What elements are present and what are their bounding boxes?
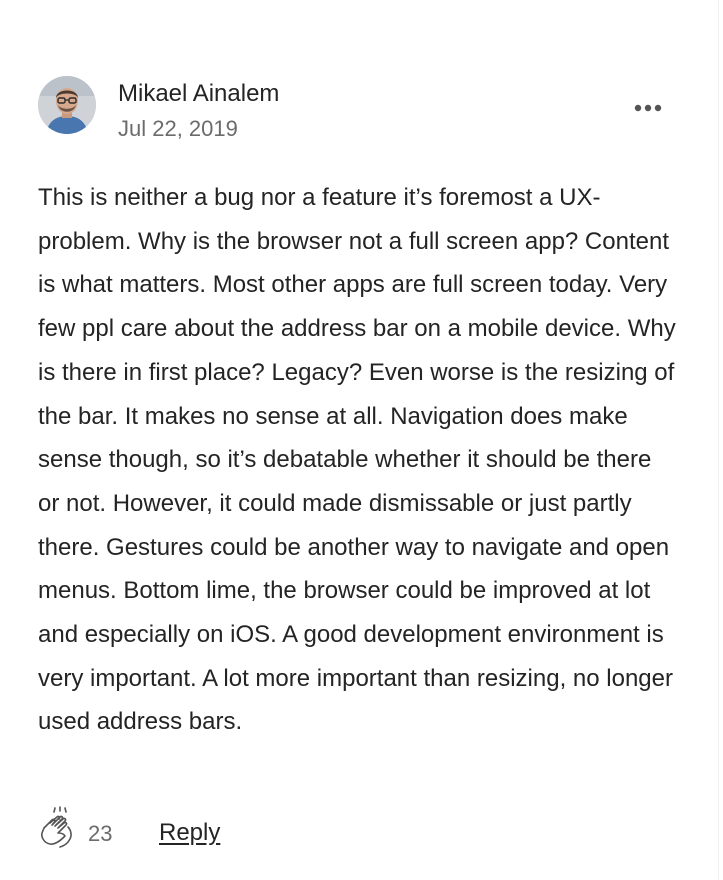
reply-button[interactable]: Reply [159,819,220,847]
author-name[interactable]: Mikael Ainalem [118,80,279,108]
comment-header: Mikael Ainalem Jul 22, 2019 [38,76,678,146]
clap-button[interactable] [38,806,78,852]
comment-body: This is neither a bug nor a feature it’s… [38,184,676,736]
comment-card: Mikael Ainalem Jul 22, 2019 This is neit… [38,76,678,848]
clap-count: 23 [88,821,113,846]
page-edge-divider [718,0,719,880]
more-options-button[interactable] [628,96,668,120]
comment-footer: 23 Reply [38,806,678,856]
more-horizontal-icon [634,104,662,112]
clap-icon [41,806,72,848]
person-avatar-icon [38,76,96,134]
author-avatar[interactable] [38,76,96,134]
comment-date: Jul 22, 2019 [118,116,238,141]
